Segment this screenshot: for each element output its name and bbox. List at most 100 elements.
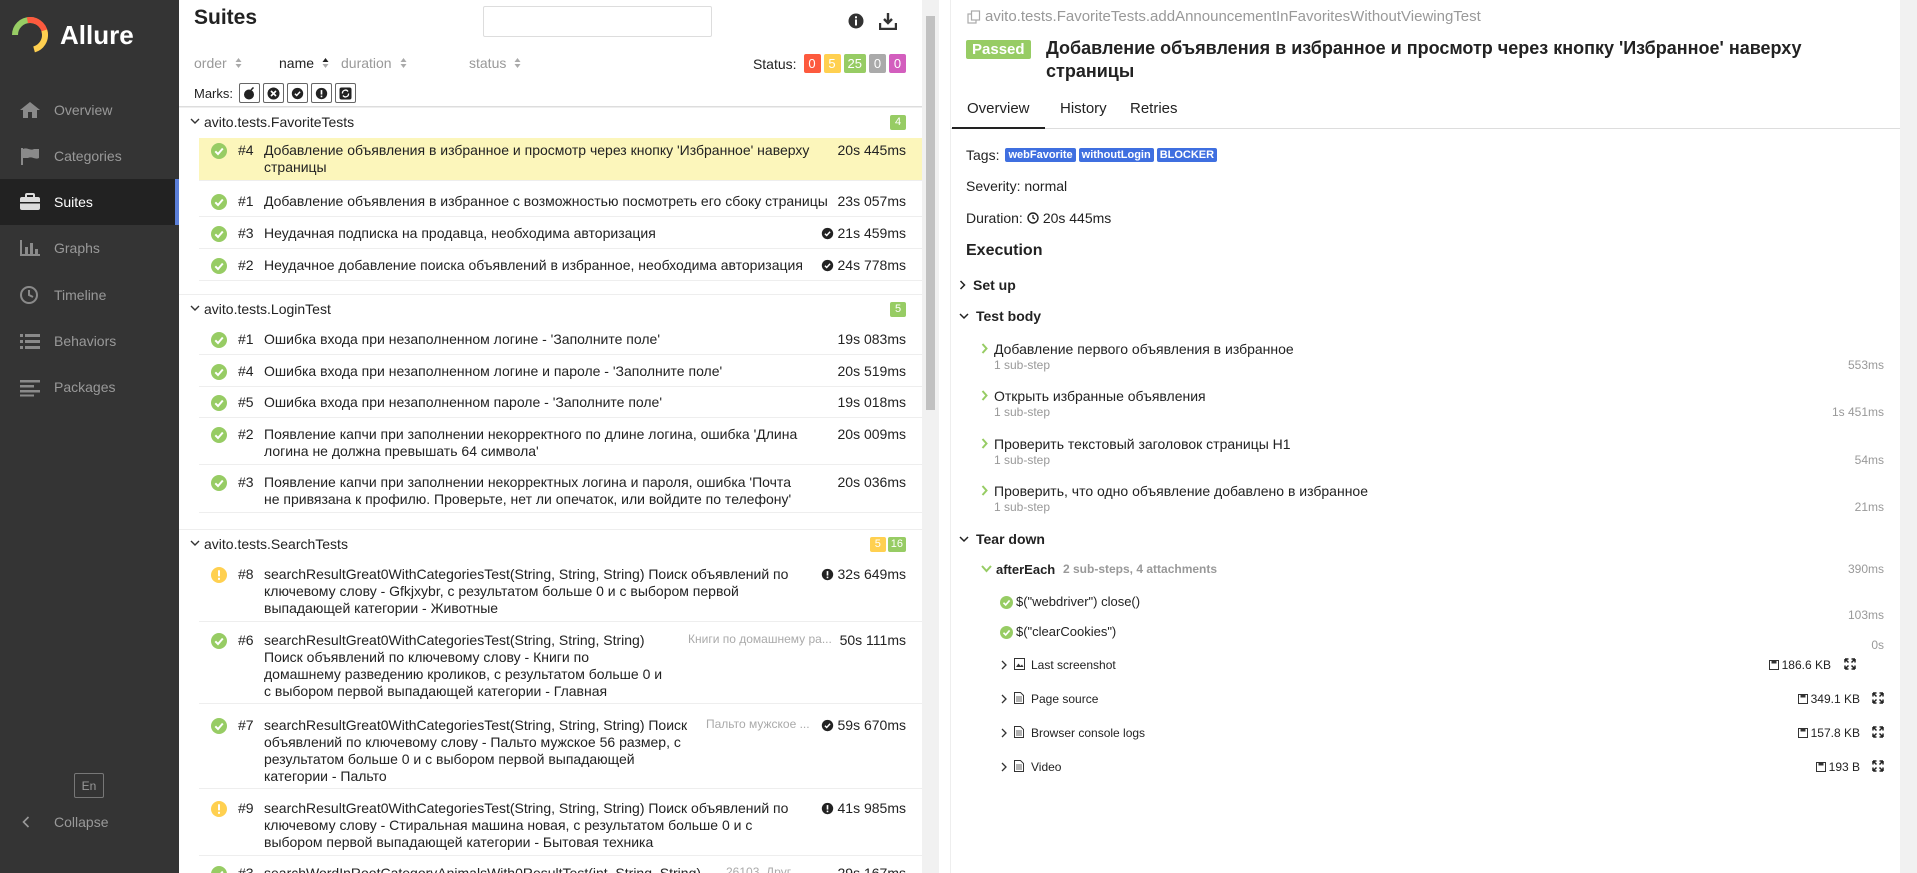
test-row[interactable]: #3 Появление капчи при заполнении некорр…	[199, 470, 922, 513]
test-row[interactable]: #4 Добавление объявления в избранное и п…	[199, 138, 922, 181]
sidebar-item-categories[interactable]: Categories	[0, 133, 179, 179]
status-toggle-skipped[interactable]: 0	[869, 54, 886, 73]
sort-icon	[514, 58, 521, 68]
test-row[interactable]: #1 Ошибка входа при незаполненном логине…	[199, 327, 922, 355]
check-circle-icon	[291, 87, 304, 100]
status-toggle-broken[interactable]: 5	[823, 54, 841, 73]
suite-group-searchtests[interactable]: avito.tests.SearchTests 5 16	[179, 529, 922, 557]
collapse-button[interactable]: Collapse	[0, 809, 179, 835]
mark-toggle-flaky[interactable]	[239, 83, 260, 103]
duration-value: 41s 985ms	[837, 800, 906, 816]
test-duration: 29s 167ms	[837, 865, 906, 873]
mark-toggle-new-passed[interactable]	[287, 83, 308, 103]
test-name: Неудачная подписка на продавца, необходи…	[264, 225, 656, 241]
status-toggle-unknown[interactable]: 0	[889, 54, 906, 73]
status-toggle-passed[interactable]: 25	[843, 54, 866, 73]
sidebar-item-suites[interactable]: Suites	[0, 179, 179, 225]
sub-step-duration: 103ms	[1847, 608, 1884, 622]
test-duration: 20s 009ms	[837, 426, 906, 442]
home-icon	[20, 102, 40, 118]
chevron-right-icon	[1001, 762, 1007, 772]
test-step[interactable]: Открыть избранные объявления 1 sub-step …	[951, 385, 1900, 429]
attachment-size: 157.8 KB	[1797, 726, 1860, 740]
suite-group-logintest[interactable]: avito.tests.LoginTest 5	[179, 294, 922, 322]
sidebar-item-packages[interactable]: Packages	[0, 364, 179, 410]
expand-icon[interactable]	[1872, 760, 1884, 772]
test-duration: 23s 057ms	[837, 193, 906, 209]
sort-label: status	[469, 55, 507, 71]
test-step[interactable]: Проверить текстовый заголовок страницы H…	[951, 433, 1900, 477]
file-icon	[1014, 692, 1024, 704]
details-scrollbar[interactable]	[1900, 0, 1917, 873]
language-switch[interactable]: En	[74, 773, 104, 798]
sort-name[interactable]: name	[279, 55, 329, 71]
test-row[interactable]: #7 searchResultGreat0WithCategoriesTest(…	[199, 713, 922, 789]
test-name: searchResultGreat0WithCategoriesTest(Str…	[264, 800, 789, 850]
search-input[interactable]	[483, 6, 712, 37]
test-row[interactable]: #3 Неудачная подписка на продавца, необх…	[199, 221, 922, 249]
new-broken-mark-icon	[821, 568, 834, 581]
attachment-row[interactable]: Video 193 B	[951, 753, 1900, 781]
test-parameters: Пальто мужское ...	[706, 717, 810, 731]
bar-chart-icon	[20, 240, 40, 256]
pane-splitter[interactable]	[939, 0, 951, 873]
sidebar-item-overview[interactable]: Overview	[0, 87, 179, 133]
attachment-size: 349.1 KB	[1797, 692, 1860, 706]
mark-toggle-new-broken[interactable]	[311, 83, 332, 103]
expand-icon[interactable]	[1872, 692, 1884, 704]
scrollbar-thumb[interactable]	[926, 16, 935, 410]
suites-pane: Suites order name duration status Status…	[179, 0, 922, 873]
exclamation-circle-icon	[315, 87, 328, 100]
info-icon[interactable]	[848, 13, 864, 29]
setup-section[interactable]: Set up	[959, 277, 1016, 293]
test-step[interactable]: Проверить, что одно объявление добавлено…	[951, 480, 1900, 524]
marks-label: Marks:	[194, 85, 233, 101]
test-fullname[interactable]: avito.tests.FavoriteTests.addAnnouncemen…	[967, 8, 1481, 25]
test-row[interactable]: #6 searchResultGreat0WithCategoriesTest(…	[199, 628, 922, 704]
test-body-section[interactable]: Test body	[959, 308, 1041, 324]
test-row[interactable]: #2 Появление капчи при заполнении некорр…	[199, 422, 922, 465]
new-passed-mark-icon	[821, 259, 834, 272]
test-number: #4	[238, 363, 254, 379]
teardown-section[interactable]: Tear down	[959, 531, 1045, 547]
test-row[interactable]: #2 Неудачное добавление поиска объявлени…	[199, 253, 922, 281]
suite-group-favoritetests[interactable]: avito.tests.FavoriteTests 4	[179, 107, 922, 135]
test-step[interactable]: Добавление первого объявления в избранно…	[951, 338, 1900, 382]
sort-order[interactable]: order	[194, 55, 242, 71]
copy-icon[interactable]	[967, 9, 981, 24]
tab-history[interactable]: History	[1045, 100, 1122, 129]
save-icon	[1768, 660, 1779, 670]
suites-scrollbar[interactable]	[922, 0, 939, 873]
test-row[interactable]: #5 Ошибка входа при незаполненном пароле…	[199, 390, 922, 418]
mark-toggle-retries[interactable]	[335, 83, 356, 103]
sort-status[interactable]: status	[469, 55, 521, 71]
expand-icon[interactable]	[1872, 726, 1884, 738]
test-row[interactable]: #9 searchResultGreat0WithCategoriesTest(…	[199, 796, 922, 856]
sidebar-item-behaviors[interactable]: Behaviors	[0, 318, 179, 364]
expand-icon[interactable]	[1844, 658, 1856, 670]
test-row[interactable]: #1 Добавление объявления в избранное с в…	[199, 189, 922, 217]
sidebar-item-timeline[interactable]: Timeline	[0, 272, 179, 318]
attachment-row[interactable]: Page source 349.1 KB	[951, 685, 1900, 713]
sidebar-item-graphs[interactable]: Graphs	[0, 225, 179, 271]
test-number: #8	[238, 566, 254, 582]
test-row[interactable]: #4 Ошибка входа при незаполненном логине…	[199, 359, 922, 387]
test-name: Появление капчи при заполнении некоррект…	[264, 474, 792, 507]
attachment-row[interactable]: Last screenshot 186.6 KB	[951, 651, 1900, 679]
tab-retries[interactable]: Retries	[1115, 100, 1193, 129]
test-details-pane: avito.tests.FavoriteTests.addAnnouncemen…	[951, 0, 1900, 873]
mark-toggle-new-failed[interactable]	[263, 83, 284, 103]
test-name: Неудачное добавление поиска объявлений в…	[264, 257, 803, 273]
status-toggle-failed[interactable]: 0	[803, 54, 821, 73]
sub-step[interactable]: $("clearCookies") 0s	[951, 621, 1900, 652]
tab-overview[interactable]: Overview	[952, 100, 1045, 129]
sub-step[interactable]: $("webdriver") close() 103ms	[951, 591, 1900, 622]
briefcase-icon	[20, 193, 40, 210]
allure-logo[interactable]: Allure	[12, 16, 134, 54]
after-each-step[interactable]: afterEach 2 sub-steps, 4 attachments 390…	[951, 560, 1900, 584]
download-icon[interactable]	[879, 12, 897, 30]
attachment-row[interactable]: Browser console logs 157.8 KB	[951, 719, 1900, 747]
sort-duration[interactable]: duration	[341, 55, 407, 71]
test-row[interactable]: #8 searchResultGreat0WithCategoriesTest(…	[199, 562, 922, 622]
test-row[interactable]: #3 searchWordInRootCategoryAnimalsWith0R…	[199, 861, 922, 873]
